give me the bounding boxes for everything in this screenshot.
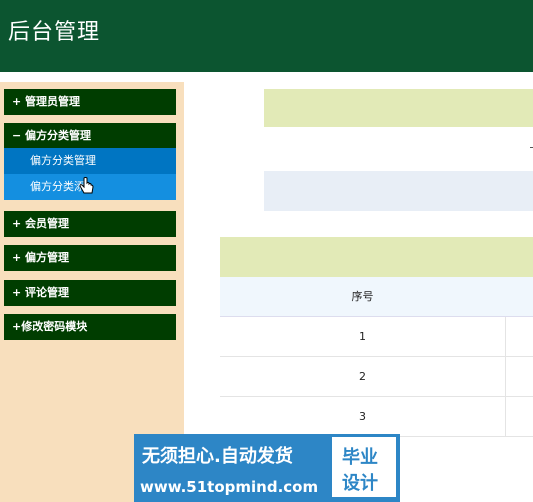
banner-url: www.51topmind.com — [140, 478, 319, 496]
table-row[interactable]: 3 — [220, 397, 533, 437]
sidebar-item-category-manage[interactable]: − 偏方分类管理 — [4, 123, 176, 149]
table-row[interactable]: 1 — [220, 317, 533, 357]
info-panel — [264, 89, 533, 211]
column-header-index: 序号 — [351, 290, 374, 303]
sidebar-item-comment-manage[interactable]: + 评论管理 — [4, 280, 176, 306]
info-row-alt — [264, 171, 533, 211]
row-index: 3 — [220, 397, 506, 436]
sidebar-item-password-modify[interactable]: +修改密码模块 — [4, 314, 176, 340]
hand-cursor-icon — [79, 177, 94, 194]
banner-badge: 毕业 设计 — [332, 437, 396, 497]
header-bar: 后台管理 — [0, 0, 533, 72]
row-index: 2 — [220, 357, 506, 396]
sidebar-subitem-category-manage[interactable]: 偏方分类管理 — [4, 148, 176, 174]
table-title-band — [220, 237, 533, 277]
banner-badge-line1: 毕业 — [342, 447, 378, 468]
banner-badge-line2: 设计 — [342, 473, 378, 494]
app-title: 后台管理 — [8, 20, 101, 45]
row-index: 1 — [220, 317, 506, 356]
banner-slogan: 无须担心.自动发货 — [142, 446, 293, 467]
info-header-band — [264, 89, 533, 127]
sidebar-item-member-manage[interactable]: + 会员管理 — [4, 211, 176, 237]
sidebar-item-admin-manage[interactable]: + 管理员管理 — [4, 89, 176, 115]
sidebar-item-recipe-manage[interactable]: + 偏方管理 — [4, 245, 176, 271]
table-header-row: 序号 — [220, 277, 533, 317]
info-row — [264, 127, 533, 171]
watermark-banner: 无须担心.自动发货 www.51topmind.com 毕业 设计 — [134, 434, 400, 502]
table-row[interactable]: 2 — [220, 357, 533, 397]
